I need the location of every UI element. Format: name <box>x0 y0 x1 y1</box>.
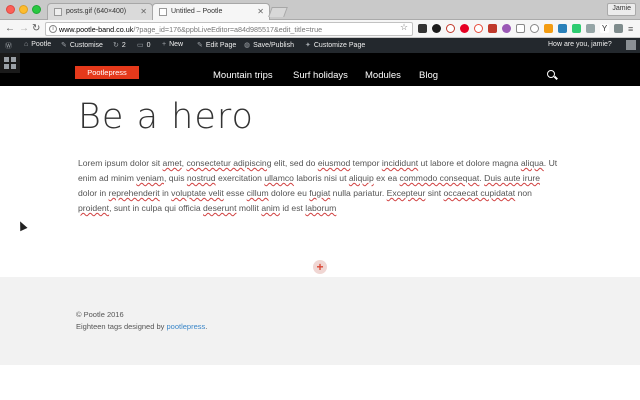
mouse-cursor-icon <box>16 219 28 232</box>
nav-surf-holidays[interactable]: Surf holidays <box>293 70 348 81</box>
tab-label: Untitled – Pootle <box>171 8 223 15</box>
new-tab-button[interactable] <box>268 7 288 17</box>
adminbar-edit-page[interactable]: ✎ Edit Page <box>197 41 236 49</box>
chrome-menu-icon[interactable]: ≡ <box>628 22 633 36</box>
adminbar-updates[interactable]: ↻ 2 <box>113 41 126 49</box>
extension-green-icon[interactable] <box>572 24 581 33</box>
close-tab-icon[interactable]: ✕ <box>257 7 264 16</box>
back-arrow-icon[interactable]: ← <box>5 22 15 36</box>
window-minimize-button[interactable] <box>19 5 28 14</box>
page-builder-grid-icon[interactable] <box>0 53 20 73</box>
adminbar-site[interactable]: ⌂ Pootle <box>24 41 51 48</box>
add-row-button[interactable]: + <box>313 260 327 274</box>
url-domain: www.pootle-band.co.uk <box>59 25 134 34</box>
extension-gray-icon[interactable] <box>586 24 595 33</box>
globe-icon: ◍ <box>244 42 251 49</box>
updates-icon: ↻ <box>113 42 119 49</box>
wrench-icon: ✦ <box>305 42 311 49</box>
site-logo[interactable]: Pootlepress <box>75 66 139 79</box>
extension-pen-icon[interactable] <box>530 24 539 33</box>
brush-icon: ✎ <box>61 42 67 49</box>
footer-copyright: © Pootle 2016 <box>76 310 124 319</box>
comment-icon: ▭ <box>137 42 144 49</box>
body-paragraph[interactable]: Lorem ipsum dolor sit amet, consectetur … <box>78 156 558 216</box>
close-tab-icon[interactable]: ✕ <box>140 7 147 16</box>
browser-tab-posts-gif[interactable]: posts.gif (640×400) ✕ <box>47 3 153 20</box>
plus-icon: + <box>162 41 167 48</box>
address-bar[interactable]: i www.pootle-band.co.uk/?page_id=176&ppb… <box>45 22 413 36</box>
url-path: /?page_id=176&ppbLiveEditor=a84d985517&e… <box>133 25 323 34</box>
image-file-icon <box>54 8 62 16</box>
adminbar-comments[interactable]: ▭ 0 <box>137 41 151 49</box>
avatar[interactable] <box>626 40 636 50</box>
nav-mountain-trips[interactable]: Mountain trips <box>213 70 273 81</box>
adminbar-new[interactable]: + New <box>162 41 183 48</box>
adminbar-customize-page[interactable]: ✦ Customize Page <box>305 41 365 49</box>
extension-target-icon[interactable] <box>474 24 483 33</box>
document-icon <box>159 8 167 16</box>
cast-icon[interactable] <box>614 24 623 33</box>
profile-button[interactable]: Jamie <box>607 3 636 16</box>
site-header: Pootlepress Mountain trips Surf holidays… <box>0 53 640 86</box>
page-title[interactable]: Be a hero <box>78 97 254 137</box>
extension-blue-icon[interactable] <box>558 24 567 33</box>
pinterest-icon[interactable] <box>460 24 469 33</box>
extension-red-icon[interactable] <box>488 24 497 33</box>
window-zoom-button[interactable] <box>32 5 41 14</box>
pencil-icon: ✎ <box>197 42 203 49</box>
browser-tab-untitled-pootle[interactable]: Untitled – Pootle ✕ <box>152 3 270 20</box>
nav-modules[interactable]: Modules <box>365 70 401 81</box>
home-icon: ⌂ <box>24 41 29 48</box>
extension-circle-icon[interactable] <box>446 24 455 33</box>
extension-layers-icon[interactable] <box>418 24 427 33</box>
wordpress-logo-icon[interactable]: Ⓦ <box>5 41 15 51</box>
info-icon[interactable]: i <box>49 25 57 33</box>
bookmark-star-icon[interactable]: ☆ <box>400 22 408 33</box>
extension-orange-icon[interactable] <box>544 24 553 33</box>
nav-blog[interactable]: Blog <box>419 70 438 81</box>
search-icon[interactable] <box>547 70 555 78</box>
y-extension-icon[interactable]: Y <box>600 24 609 33</box>
site-footer: © Pootle 2016 Eighteen tags designed by … <box>0 277 640 365</box>
forward-arrow-icon[interactable]: → <box>19 22 29 36</box>
footer-credit: Eighteen tags designed by pootlepress. <box>76 322 208 331</box>
tab-label: posts.gif (640×400) <box>66 8 127 15</box>
footer-credit-link[interactable]: pootlepress <box>166 322 205 331</box>
adminbar-customise[interactable]: ✎ Customise <box>61 41 103 49</box>
wp-admin-bar: Ⓦ ⌂ Pootle ✎ Customise ↻ 2 ▭ 0 + New ✎ Edit Pa… <box>0 38 640 53</box>
browser-tabstrip: posts.gif (640×400) ✕ Untitled – Pootle … <box>0 0 640 20</box>
adminbar-greeting[interactable]: How are you, jamie? <box>548 41 612 48</box>
extension-purple-icon[interactable] <box>502 24 511 33</box>
adminbar-save-publish[interactable]: ◍ Save/Publish <box>244 41 294 49</box>
browser-toolbar: ← → ↻ i www.pootle-band.co.uk/?page_id=1… <box>0 20 640 38</box>
reload-icon[interactable]: ↻ <box>32 22 40 36</box>
window-close-button[interactable] <box>6 5 15 14</box>
extension-document-icon[interactable] <box>516 24 525 33</box>
extension-shield-icon[interactable] <box>432 24 441 33</box>
